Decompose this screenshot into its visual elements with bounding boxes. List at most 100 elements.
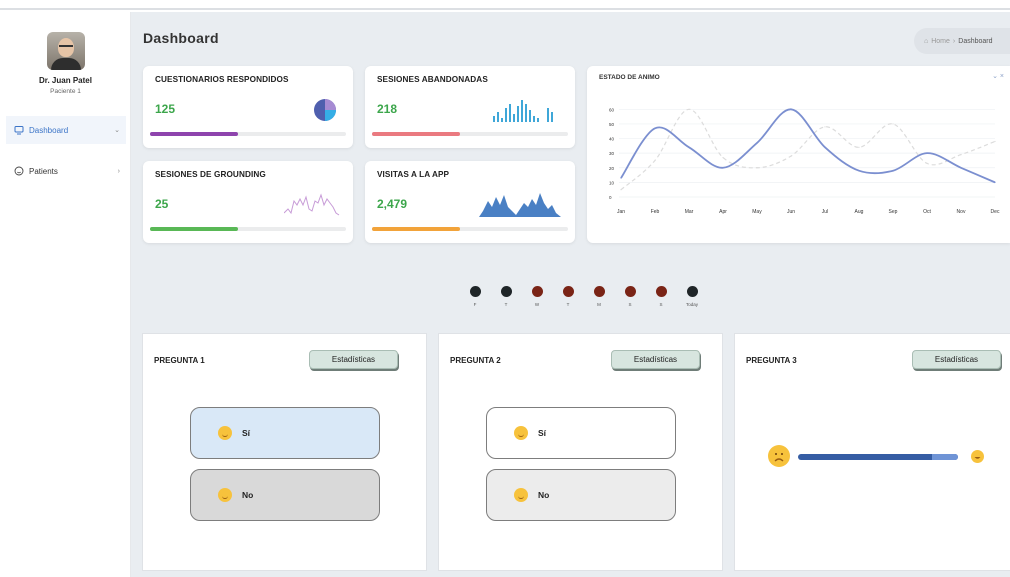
stat-card-sesiones-abandonadas[interactable]: SESIONES ABANDONADAS 218	[365, 66, 575, 148]
question-panel-3: PREGUNTA 3 Estadísticas	[734, 333, 1010, 571]
day-dot	[593, 286, 605, 297]
x-tick-label: Jan	[617, 209, 625, 215]
sidebar-item-label: Patients	[29, 166, 58, 176]
data-point	[994, 140, 996, 143]
area-icon	[479, 193, 561, 217]
y-tick-label: 50	[609, 122, 615, 127]
day-dot	[500, 286, 512, 297]
answer-no[interactable]: No	[486, 469, 676, 521]
grin-face-icon	[971, 450, 984, 463]
data-point	[892, 170, 894, 172]
data-point	[858, 146, 860, 148]
day-dot	[655, 286, 667, 297]
page-title: Dashboard	[143, 30, 219, 46]
statistics-button[interactable]: Estadísticas	[912, 350, 1001, 369]
breadcrumb-home[interactable]: Home	[931, 38, 950, 45]
data-point	[858, 170, 860, 172]
monitor-icon	[14, 125, 24, 135]
stat-card-grounding[interactable]: SESIONES DE GROUNDING 25	[143, 161, 353, 243]
x-tick-label: Feb	[651, 209, 660, 215]
data-point	[824, 146, 826, 148]
y-tick-label: 60	[609, 107, 615, 112]
data-point	[824, 126, 826, 128]
answer-label: Sí	[242, 428, 251, 438]
day-dot	[624, 286, 636, 297]
x-tick-label: Jun	[787, 209, 795, 215]
answer-yes[interactable]: Sí	[190, 407, 380, 459]
breadcrumb: ⌂ Home › Dashboard	[914, 28, 1010, 54]
sidebar-item-label: Dashboard	[29, 125, 69, 135]
answer-yes[interactable]: Sí	[486, 407, 676, 459]
stat-progress-bar	[150, 227, 346, 231]
smile-icon	[14, 166, 24, 176]
sidebar: Dr. Juan Patel Paciente 1 Dashboard ⌄ Pa…	[0, 12, 131, 577]
day-label: T	[504, 302, 508, 307]
stat-progress-bar	[150, 132, 346, 136]
sidebar-item-dashboard[interactable]: Dashboard ⌄	[6, 116, 126, 144]
answer-label: No	[538, 490, 550, 500]
avatar[interactable]	[47, 32, 85, 70]
stat-progress-bar	[372, 227, 568, 231]
x-tick-label: Mar	[685, 209, 694, 215]
statistics-button[interactable]: Estadísticas	[309, 350, 398, 369]
answer-label: Sí	[538, 428, 547, 438]
day-indicator: F	[460, 286, 490, 307]
x-tick-label: Dec	[991, 209, 1000, 215]
x-tick-label: May	[752, 209, 762, 215]
x-tick-label: Aug	[855, 209, 864, 215]
day-indicator: S	[615, 286, 645, 307]
x-tick-label: Jul	[822, 209, 828, 215]
stat-progress-bar	[372, 132, 568, 136]
answer-no[interactable]: No	[190, 469, 380, 521]
stat-value: 25	[155, 197, 169, 211]
day-indicator: W	[522, 286, 552, 307]
statistics-button[interactable]: Estadísticas	[611, 350, 700, 369]
data-point	[620, 189, 622, 191]
series-line-secondary	[620, 108, 996, 191]
stat-card-cuestionarios[interactable]: CUESTIONARIOS RESPONDIDOS 125	[143, 66, 353, 148]
data-point	[790, 155, 792, 157]
stat-value: 2,479	[377, 197, 408, 211]
answer-label: No	[242, 490, 254, 500]
y-tick-label: 20	[609, 166, 615, 171]
data-point	[960, 154, 962, 156]
data-point	[722, 156, 724, 159]
data-point	[654, 159, 656, 162]
stat-title: VISITAS A LA APP	[377, 170, 450, 179]
day-indicator: T	[491, 286, 521, 307]
breadcrumb-current: Dashboard	[958, 37, 993, 45]
x-tick-label: Nov	[957, 209, 966, 215]
stat-title: SESIONES DE GROUNDING	[155, 170, 266, 179]
data-point	[688, 108, 690, 110]
user-role: Paciente 1	[50, 88, 81, 95]
day-indicator: T	[553, 286, 583, 307]
breadcrumb-separator: ›	[952, 37, 956, 45]
stat-card-visitas[interactable]: VISITAS A LA APP 2,479	[365, 161, 575, 243]
mood-line-chart: 0 10 20 30 40 50 60 Jan Feb Mar Apr May Jun Jul Aug Sep…	[609, 107, 1000, 215]
relieved-face-icon	[218, 426, 232, 440]
home-icon: ⌂	[924, 37, 929, 45]
sidebar-item-patients[interactable]: Patients ›	[6, 157, 126, 185]
data-point	[994, 181, 996, 183]
day-label: Today	[685, 302, 698, 307]
day-dot	[686, 286, 698, 297]
x-tick-label: Apr	[719, 209, 727, 215]
chevron-down-icon: ⌄	[114, 127, 120, 134]
data-point	[688, 146, 690, 148]
data-point	[960, 167, 962, 169]
day-dot	[469, 286, 481, 297]
y-tick-label: 0	[609, 195, 612, 200]
x-tick-label: Oct	[923, 209, 931, 215]
line-icon	[284, 193, 340, 216]
x-tick-label: Sep	[889, 209, 898, 215]
series-line-primary	[620, 108, 996, 184]
data-point	[722, 167, 724, 169]
mood-chart-card: ESTADO DE ANIMO ⌄ × 0 10 20 30 40 50 60 Jan Feb M…	[587, 66, 1010, 243]
stat-value: 218	[377, 102, 398, 116]
day-indicator: M	[584, 286, 614, 307]
question-panel-2: PREGUNTA 2 Estadísticas Sí No	[438, 333, 723, 571]
day-indicator: S	[646, 286, 676, 307]
mood-slider[interactable]	[798, 454, 958, 460]
data-point	[892, 123, 894, 125]
day-dot	[531, 286, 543, 297]
